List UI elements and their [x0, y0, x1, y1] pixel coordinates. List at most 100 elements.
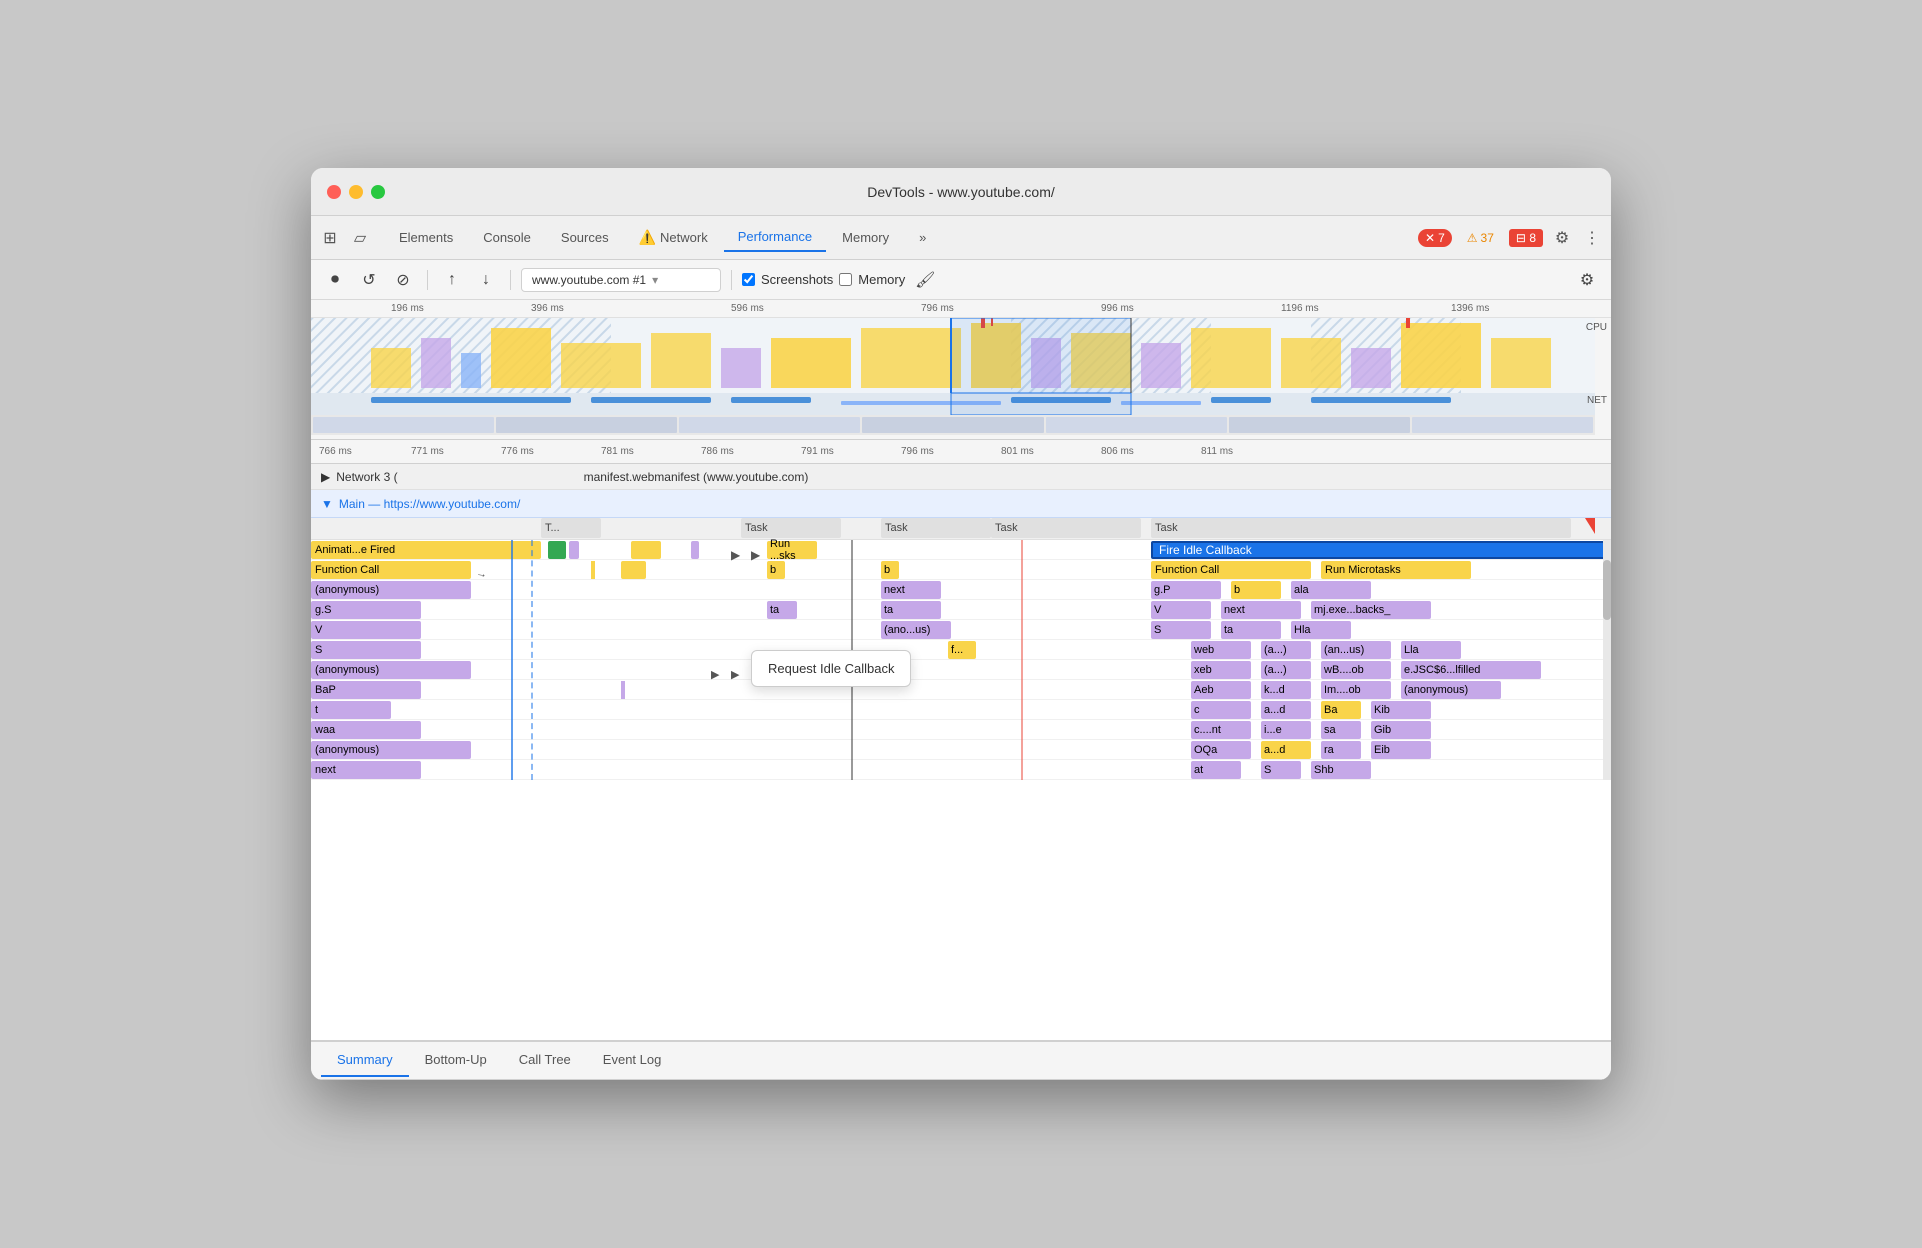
cell-ta1[interactable]: ta — [767, 601, 797, 619]
tab-elements[interactable]: Elements — [385, 224, 467, 251]
flame-row-9[interactable]: waa c....nt i...e sa Gib — [311, 720, 1611, 740]
tab-performance[interactable]: Performance — [724, 223, 826, 252]
cell-sa[interactable]: sa — [1321, 721, 1361, 739]
tab-sources[interactable]: Sources — [547, 224, 623, 251]
cell-web[interactable]: web — [1191, 641, 1251, 659]
inspect-icon[interactable]: ⊞ — [319, 227, 341, 249]
cell-hla[interactable]: Hla — [1291, 621, 1351, 639]
scrollbar-thumb[interactable] — [1603, 560, 1611, 620]
clear-button[interactable]: ⊘ — [389, 266, 417, 294]
close-button[interactable] — [327, 185, 341, 199]
cell-xeb[interactable]: xeb — [1191, 661, 1251, 679]
cell-a2[interactable]: (a...) — [1261, 661, 1311, 679]
cell-b-r[interactable]: b — [1231, 581, 1281, 599]
cell-and2[interactable]: a...d — [1261, 741, 1311, 759]
cell-t[interactable]: t — [311, 701, 391, 719]
flame-row-11[interactable]: next at S Shb — [311, 760, 1611, 780]
tab-event-log[interactable]: Event Log — [587, 1044, 678, 1077]
cell-ba[interactable]: Ba — [1321, 701, 1361, 719]
tab-network[interactable]: ⚠️ Network — [625, 223, 722, 252]
cell-s-r[interactable]: S — [1151, 621, 1211, 639]
flame-row-1[interactable]: Function Call b b → Function Call Run Mi… — [311, 560, 1611, 580]
url-box[interactable]: www.youtube.com #1 ▾ — [521, 268, 721, 292]
cell-waa[interactable]: waa — [311, 721, 421, 739]
flame-container[interactable]: ▶ Network 3 ( manifest.webmanifest (www.… — [311, 464, 1611, 1040]
cell-ano-us[interactable]: (ano...us) — [881, 621, 951, 639]
reload-button[interactable]: ↺ — [355, 266, 383, 294]
cell-eib[interactable]: Eib — [1371, 741, 1431, 759]
tab-call-tree[interactable]: Call Tree — [503, 1044, 587, 1077]
cell-imob[interactable]: Im....ob — [1321, 681, 1391, 699]
cell-gib[interactable]: Gib — [1371, 721, 1431, 739]
cell-ie[interactable]: i...e — [1261, 721, 1311, 739]
cell-function-call[interactable]: Function Call — [311, 561, 471, 579]
download-button[interactable]: ↓ — [472, 266, 500, 294]
cell-run-microtasks[interactable]: Run Microtasks — [1321, 561, 1471, 579]
clean-icon[interactable]: 🖌 — [911, 266, 939, 294]
scrollbar-track[interactable] — [1603, 540, 1611, 780]
cell-and[interactable]: a...d — [1261, 701, 1311, 719]
cell-mjexebacks[interactable]: mj.exe...backs_ — [1311, 601, 1431, 619]
cell-animatie-fired[interactable]: Animati...e Fired — [311, 541, 541, 559]
minimize-button[interactable] — [349, 185, 363, 199]
flame-row-10[interactable]: (anonymous) OQa a...d ra Eib — [311, 740, 1611, 760]
cell-v[interactable]: V — [311, 621, 421, 639]
cell-kd[interactable]: k...d — [1261, 681, 1311, 699]
device-icon[interactable]: ▱ — [349, 227, 371, 249]
cell-anonymous3[interactable]: (anonymous) — [311, 741, 471, 759]
flame-row-4[interactable]: V (ano...us) S ta Hla — [311, 620, 1611, 640]
cell-f[interactable]: f... — [948, 641, 976, 659]
cell-kib[interactable]: Kib — [1371, 701, 1431, 719]
cell-shb[interactable]: Shb — [1311, 761, 1371, 779]
cell-next[interactable]: next — [311, 761, 421, 779]
cell-fire-idle[interactable]: Fire Idle Callback — [1151, 541, 1611, 559]
record-button[interactable]: ⏺ — [321, 266, 349, 294]
timeline-area[interactable]: 196 ms 396 ms 596 ms 796 ms 996 ms 1196 … — [311, 300, 1611, 440]
tab-console[interactable]: Console — [469, 224, 545, 251]
cell-function-call-r[interactable]: Function Call — [1151, 561, 1311, 579]
upload-button[interactable]: ↑ — [438, 266, 466, 294]
tab-bottom-up[interactable]: Bottom-Up — [409, 1044, 503, 1077]
cell-ala[interactable]: ala — [1291, 581, 1371, 599]
memory-checkbox[interactable] — [839, 273, 852, 286]
maximize-button[interactable] — [371, 185, 385, 199]
info-badge[interactable]: ⊟ 8 — [1509, 229, 1543, 247]
flame-row-0[interactable]: Animati...e Fired ▶ ▶ Run ...sks Fire Id… — [311, 540, 1611, 560]
cell-cnt[interactable]: c....nt — [1191, 721, 1251, 739]
cell-at[interactable]: at — [1191, 761, 1241, 779]
cell-ra[interactable]: ra — [1321, 741, 1361, 759]
cell-ta2[interactable]: ta — [881, 601, 941, 619]
cell-v-r[interactable]: V — [1151, 601, 1211, 619]
cell-wbob[interactable]: wB....ob — [1321, 661, 1391, 679]
error-badge[interactable]: ✕ 7 — [1418, 229, 1452, 247]
cell-bap[interactable]: BaP — [311, 681, 421, 699]
cell-b2[interactable]: b — [881, 561, 899, 579]
flame-row-3[interactable]: g.S ta ta V next mj.exe...backs_ — [311, 600, 1611, 620]
cell-run-sks[interactable]: Run ...sks — [767, 541, 817, 559]
tab-memory[interactable]: Memory — [828, 224, 903, 251]
cell-anonymous2[interactable]: (anonymous) — [311, 661, 471, 679]
flame-row-7[interactable]: BaP Aeb k...d Im....ob (anonymous) — [311, 680, 1611, 700]
flame-row-5[interactable]: S f... web (a...) (an...us) Lla — [311, 640, 1611, 660]
warning-badge[interactable]: ⚠ 37 — [1460, 229, 1501, 247]
cell-anus[interactable]: (an...us) — [1321, 641, 1391, 659]
cell-gs[interactable]: g.S — [311, 601, 421, 619]
cell-c[interactable]: c — [1191, 701, 1251, 719]
cell-s2[interactable]: S — [1261, 761, 1301, 779]
cell-anonymous1[interactable]: (anonymous) — [311, 581, 471, 599]
settings-icon[interactable]: ⚙ — [1551, 227, 1573, 249]
cell-aeb[interactable]: Aeb — [1191, 681, 1251, 699]
cell-ta-r[interactable]: ta — [1221, 621, 1281, 639]
cell-s[interactable]: S — [311, 641, 421, 659]
cell-oqa[interactable]: OQa — [1191, 741, 1251, 759]
settings2-icon[interactable]: ⚙ — [1573, 266, 1601, 294]
cell-a1[interactable]: (a...) — [1261, 641, 1311, 659]
flame-row-2[interactable]: (anonymous) next g.P b ala — [311, 580, 1611, 600]
flame-row-6[interactable]: (anonymous) ▶ ▶ xeb (a...) wB....ob e.JS… — [311, 660, 1611, 680]
screenshots-checkbox[interactable] — [742, 273, 755, 286]
flame-row-8[interactable]: t c a...d Ba Kib — [311, 700, 1611, 720]
cell-next-r[interactable]: next — [1221, 601, 1301, 619]
more-icon[interactable]: ⋮ — [1581, 227, 1603, 249]
cell-ejsc[interactable]: e.JSC$6...lfilled — [1401, 661, 1541, 679]
cell-gp[interactable]: g.P — [1151, 581, 1221, 599]
